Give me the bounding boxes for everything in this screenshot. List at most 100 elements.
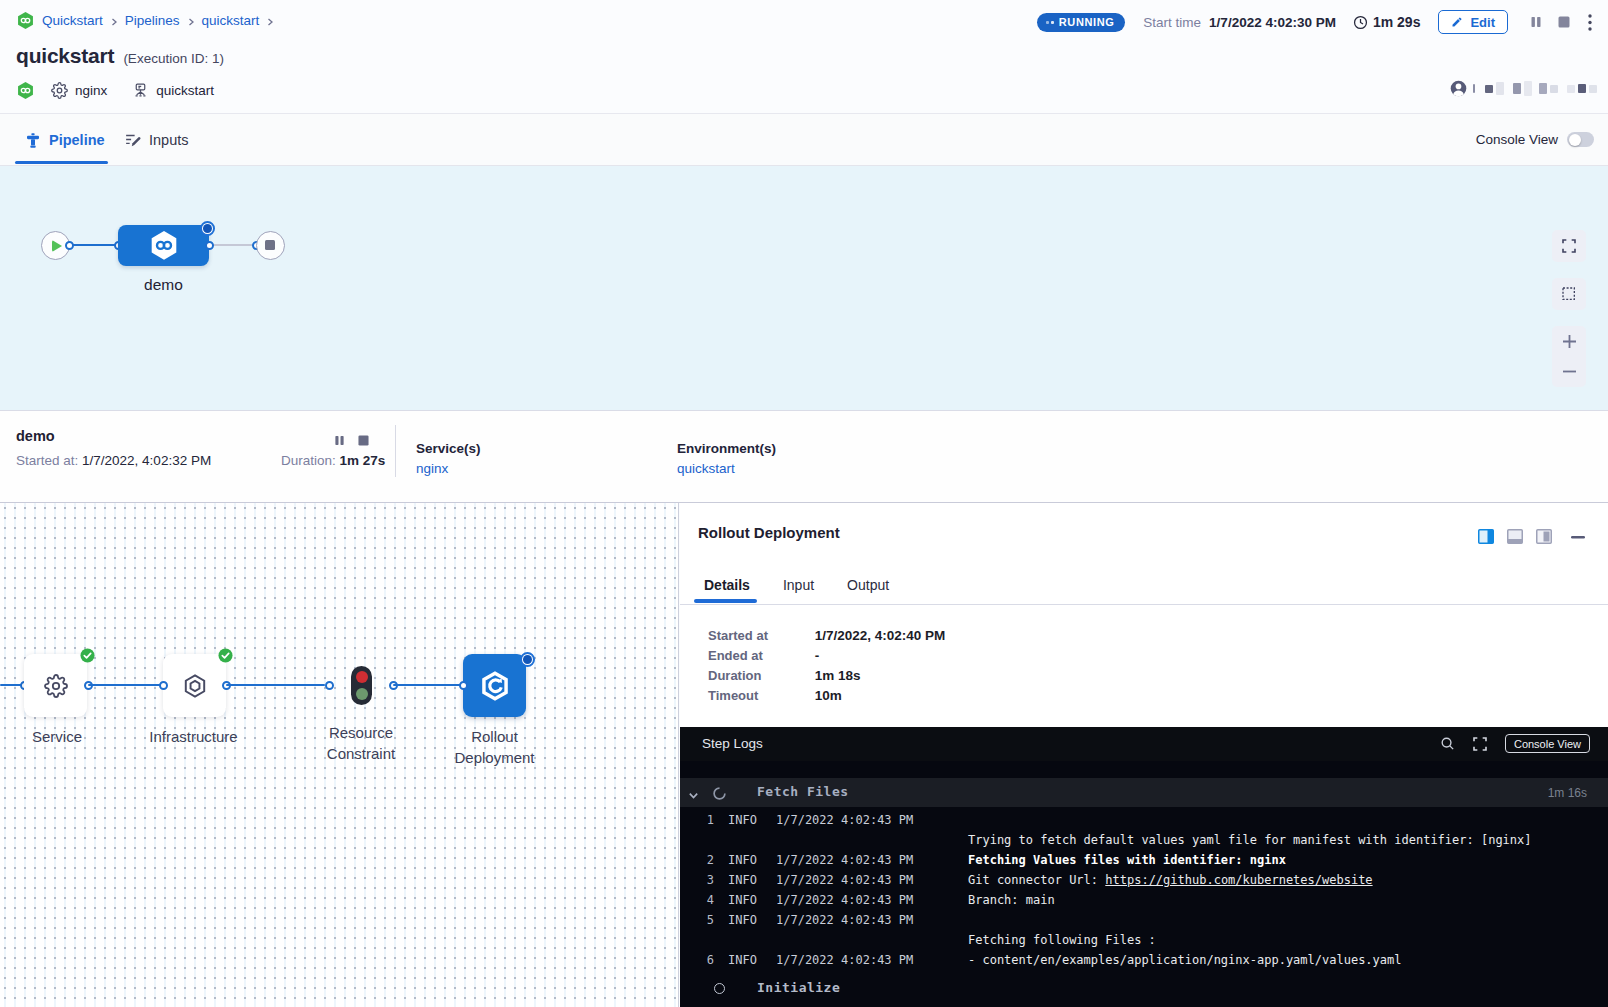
detail-label: Duration bbox=[708, 668, 811, 683]
port-dot bbox=[459, 681, 468, 690]
harness-cd-icon bbox=[16, 11, 35, 30]
layout-bottom-icon[interactable] bbox=[1507, 529, 1523, 544]
avatar-icon bbox=[1450, 80, 1467, 97]
port-dot bbox=[325, 681, 334, 690]
step-node-resource-constraint[interactable] bbox=[351, 666, 372, 705]
log-section-name: Initialize bbox=[757, 980, 840, 995]
topbar-actions: RUNNING Start time 1/7/2022 4:02:30 PM 1… bbox=[1037, 9, 1592, 35]
harness-cd-icon bbox=[16, 81, 35, 100]
logs-header: Step Logs Console View bbox=[680, 727, 1608, 761]
zoom-out-button[interactable] bbox=[1552, 357, 1586, 387]
console-view-toggle-row: Console View bbox=[1476, 132, 1594, 147]
view-tabbar: Pipeline Inputs Console View bbox=[0, 113, 1608, 166]
marquee-select-button[interactable] bbox=[1552, 278, 1586, 310]
breadcrumb: Quickstart Pipelines quickstart bbox=[16, 11, 274, 30]
log-link-text[interactable]: https://github.com/kubernetes/website bbox=[1105, 873, 1372, 887]
log-row: 2INFO1/7/2022 4:02:43 PMFetching Values … bbox=[680, 850, 1608, 870]
page-title-row: quickstart (Execution ID: 1) bbox=[16, 44, 224, 68]
edit-button[interactable]: Edit bbox=[1438, 10, 1508, 34]
loading-spinner-icon bbox=[713, 786, 726, 804]
infrastructure-icon bbox=[132, 82, 149, 99]
inputs-icon bbox=[124, 132, 141, 149]
tab-inputs[interactable]: Inputs bbox=[124, 114, 189, 166]
traffic-red-light bbox=[356, 671, 368, 683]
success-check-icon bbox=[218, 648, 233, 663]
panel-layout-controls bbox=[1478, 529, 1585, 544]
service-link[interactable]: nginx bbox=[416, 461, 481, 476]
log-section-duration: 1m 16s bbox=[1548, 786, 1587, 800]
service-tag-label[interactable]: nginx bbox=[75, 83, 107, 98]
detail-label: Ended at bbox=[708, 648, 811, 663]
stage-info-name: demo bbox=[16, 428, 55, 444]
log-row: 1INFO1/7/2022 4:02:43 PM bbox=[680, 810, 1608, 830]
detail-row-ended: Ended at - bbox=[708, 648, 819, 663]
pause-stage-button[interactable] bbox=[334, 435, 345, 446]
page-title: quickstart bbox=[16, 44, 114, 68]
stage-duration: Duration: 1m 27s bbox=[281, 453, 385, 468]
stop-execution-button[interactable] bbox=[1558, 16, 1570, 28]
services-label: Service(s) bbox=[416, 441, 481, 456]
panel-active-tab-underline bbox=[694, 599, 757, 603]
stage-info-strip: demo Started at: 1/7/2022, 4:02:32 PM Du… bbox=[0, 410, 1608, 503]
step-node-service[interactable] bbox=[24, 654, 87, 717]
port-dot bbox=[65, 241, 74, 250]
environment-link[interactable]: quickstart bbox=[677, 461, 776, 476]
detail-label: Started at bbox=[708, 628, 811, 643]
panel-title: Rollout Deployment bbox=[698, 524, 840, 541]
panel-tab-output[interactable]: Output bbox=[843, 573, 893, 605]
breadcrumb-link-pipelines[interactable]: Pipelines bbox=[125, 13, 180, 28]
search-icon[interactable] bbox=[1440, 736, 1455, 751]
execution-id: (Execution ID: 1) bbox=[123, 51, 224, 66]
layout-right-active-icon[interactable] bbox=[1478, 529, 1494, 544]
elapsed-time: 1m 29s bbox=[1353, 14, 1420, 30]
graph-edge bbox=[226, 684, 325, 686]
pipeline-end-node[interactable] bbox=[256, 231, 285, 260]
active-tab-underline bbox=[15, 161, 108, 164]
zoom-in-button[interactable] bbox=[1552, 327, 1586, 357]
chevron-right-icon bbox=[266, 18, 274, 26]
step-logs-panel: Step Logs Console View bbox=[680, 727, 1608, 1007]
stage-services: Service(s) nginx bbox=[416, 441, 481, 476]
tab-pipeline[interactable]: Pipeline bbox=[25, 114, 105, 166]
edge-demo-end bbox=[209, 244, 257, 246]
port-dot bbox=[205, 241, 214, 250]
logs-console-view-button[interactable]: Console View bbox=[1505, 734, 1590, 753]
step-node-infrastructure[interactable] bbox=[163, 654, 226, 717]
start-time-label: Start time bbox=[1143, 15, 1201, 30]
stage-controls bbox=[334, 435, 369, 446]
breadcrumb-link-pipeline-quickstart[interactable]: quickstart bbox=[202, 13, 260, 28]
layout-right-icon[interactable] bbox=[1536, 529, 1552, 544]
detail-row-duration: Duration 1m 18s bbox=[708, 668, 860, 683]
divider bbox=[680, 604, 1608, 605]
clock-icon bbox=[1353, 15, 1368, 30]
minimize-panel-icon[interactable] bbox=[1571, 530, 1585, 544]
log-section-fetch-files[interactable]: Fetch Files 1m 16s bbox=[680, 778, 1608, 807]
log-section-initialize[interactable]: Initialize bbox=[680, 977, 1608, 1005]
detail-row-timeout: Timeout 10m bbox=[708, 688, 842, 703]
expand-logs-icon[interactable] bbox=[1472, 736, 1488, 752]
environments-label: Environment(s) bbox=[677, 441, 776, 456]
fullscreen-button[interactable] bbox=[1552, 230, 1586, 262]
panel-tab-input[interactable]: Input bbox=[779, 573, 818, 605]
environment-tag: quickstart bbox=[132, 82, 214, 99]
console-view-toggle[interactable] bbox=[1567, 132, 1594, 147]
chevron-down-icon bbox=[688, 787, 699, 805]
log-row: 4INFO1/7/2022 4:02:43 PMBranch: main bbox=[680, 890, 1608, 910]
detail-label: Timeout bbox=[708, 688, 811, 703]
log-row: 6INFO1/7/2022 4:02:43 PM- content/en/exa… bbox=[680, 950, 1608, 970]
gear-icon bbox=[51, 82, 68, 99]
detail-value: - bbox=[815, 648, 820, 663]
stage-started-at: Started at: 1/7/2022, 4:02:32 PM bbox=[16, 453, 211, 468]
step-node-rollout-deployment[interactable] bbox=[463, 654, 526, 717]
pause-execution-button[interactable] bbox=[1530, 16, 1542, 28]
stop-stage-button[interactable] bbox=[358, 435, 369, 446]
breadcrumb-link-quickstart[interactable]: Quickstart bbox=[42, 13, 103, 28]
stage-node-demo[interactable] bbox=[118, 225, 209, 266]
log-row: 5INFO1/7/2022 4:02:43 PM bbox=[680, 910, 1608, 930]
graph-edge bbox=[88, 684, 163, 686]
kebab-menu-icon[interactable] bbox=[1588, 14, 1592, 31]
pipeline-icon bbox=[25, 132, 41, 149]
environment-tag-label[interactable]: quickstart bbox=[156, 83, 214, 98]
detail-value: 1m 18s bbox=[815, 668, 861, 683]
step-label-service: Service bbox=[12, 726, 102, 747]
